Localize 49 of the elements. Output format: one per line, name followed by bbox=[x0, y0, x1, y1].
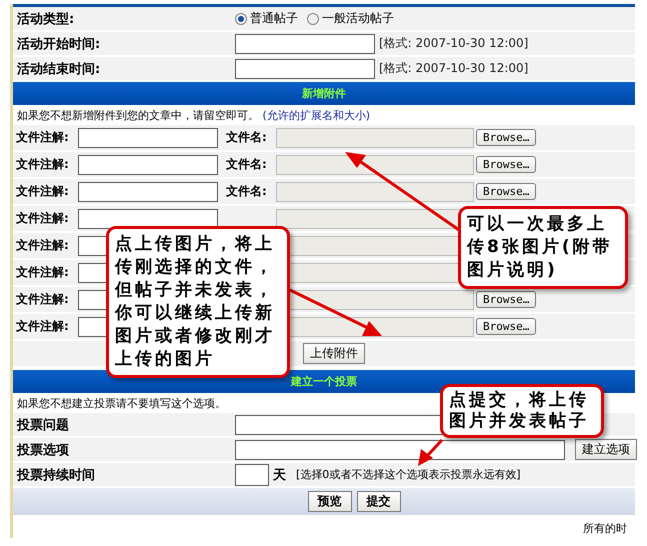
field-label: 活动结束时间: bbox=[16, 60, 102, 78]
field-label: 文件注解: bbox=[15, 291, 70, 308]
input-field[interactable] bbox=[78, 154, 218, 174]
hint-text: [选择0或者不选择这个选项表示投票永远有效] bbox=[296, 467, 521, 482]
browse-button[interactable]: Browse… bbox=[476, 291, 536, 308]
field-label: 活动开始时间: bbox=[16, 36, 102, 54]
browse-button[interactable]: Browse… bbox=[476, 318, 536, 335]
radio-option[interactable]: 普通帖子 bbox=[235, 10, 298, 27]
field-label: 投票选项 bbox=[16, 442, 70, 460]
input-field[interactable] bbox=[78, 182, 218, 202]
upload-button[interactable]: 上传附件 bbox=[303, 343, 365, 364]
field-label: 投票持续时间 bbox=[16, 466, 96, 484]
field-label: 文件名: bbox=[226, 184, 267, 198]
note-text: 如果您不想新增附件到您的文章中，请留空即可。 bbox=[17, 109, 259, 122]
unit-label: 天 bbox=[273, 466, 286, 484]
input-field[interactable] bbox=[78, 208, 218, 228]
field-label: 文件注解: bbox=[15, 318, 70, 335]
input-field[interactable] bbox=[235, 34, 375, 54]
radio-option[interactable]: 一般活动帖子 bbox=[307, 10, 394, 27]
add-option-button[interactable]: 建立选项 bbox=[575, 439, 637, 460]
input-field[interactable] bbox=[78, 128, 218, 148]
browse-button[interactable]: Browse… bbox=[476, 129, 536, 146]
callout-tooltip: 点提交，将上传图片并发表帖子 bbox=[440, 384, 604, 438]
input-field[interactable] bbox=[235, 440, 565, 460]
input-field[interactable] bbox=[235, 58, 375, 78]
input-field[interactable] bbox=[235, 464, 269, 486]
note-text: 如果您不想建立投票请不要填写这个选项。 bbox=[17, 397, 226, 410]
callout-tooltip: 点上传图片，将上传刚选择的文件，但帖子并未发表，你可以继续上传新图片或者修改刚才上传的图片 bbox=[106, 226, 290, 378]
field-label: 文件注解: bbox=[15, 129, 70, 146]
link[interactable]: (允许的扩展名和大小) bbox=[262, 109, 370, 122]
footer-text: 所有的时 bbox=[583, 522, 627, 535]
field-label: 文件注解: bbox=[15, 156, 70, 173]
field-label: 活动类型: bbox=[16, 10, 76, 28]
field-label: 文件注解: bbox=[15, 237, 70, 254]
arrow bbox=[418, 438, 444, 466]
callout-tooltip: 可以一次最多上传8张图片(附带图片说明) bbox=[458, 206, 628, 289]
field-label: 文件名: bbox=[226, 157, 267, 171]
format-hint: [格式: 2007-10-30 12:00] bbox=[379, 60, 528, 77]
field-label: 文件注解: bbox=[15, 183, 70, 200]
field-label: 文件注解: bbox=[15, 264, 70, 281]
field-label: 文件名: bbox=[226, 130, 267, 144]
submit-button[interactable]: 提交 bbox=[356, 491, 400, 512]
browse-button[interactable]: Browse… bbox=[476, 156, 536, 173]
field-label: 投票问题 bbox=[16, 416, 70, 434]
field-label: 文件注解: bbox=[15, 210, 70, 227]
submit-button[interactable]: 预览 bbox=[308, 491, 352, 512]
browse-button[interactable]: Browse… bbox=[476, 183, 536, 200]
format-hint: [格式: 2007-10-30 12:00] bbox=[379, 35, 528, 52]
section-header: 新增附件 bbox=[13, 82, 635, 105]
